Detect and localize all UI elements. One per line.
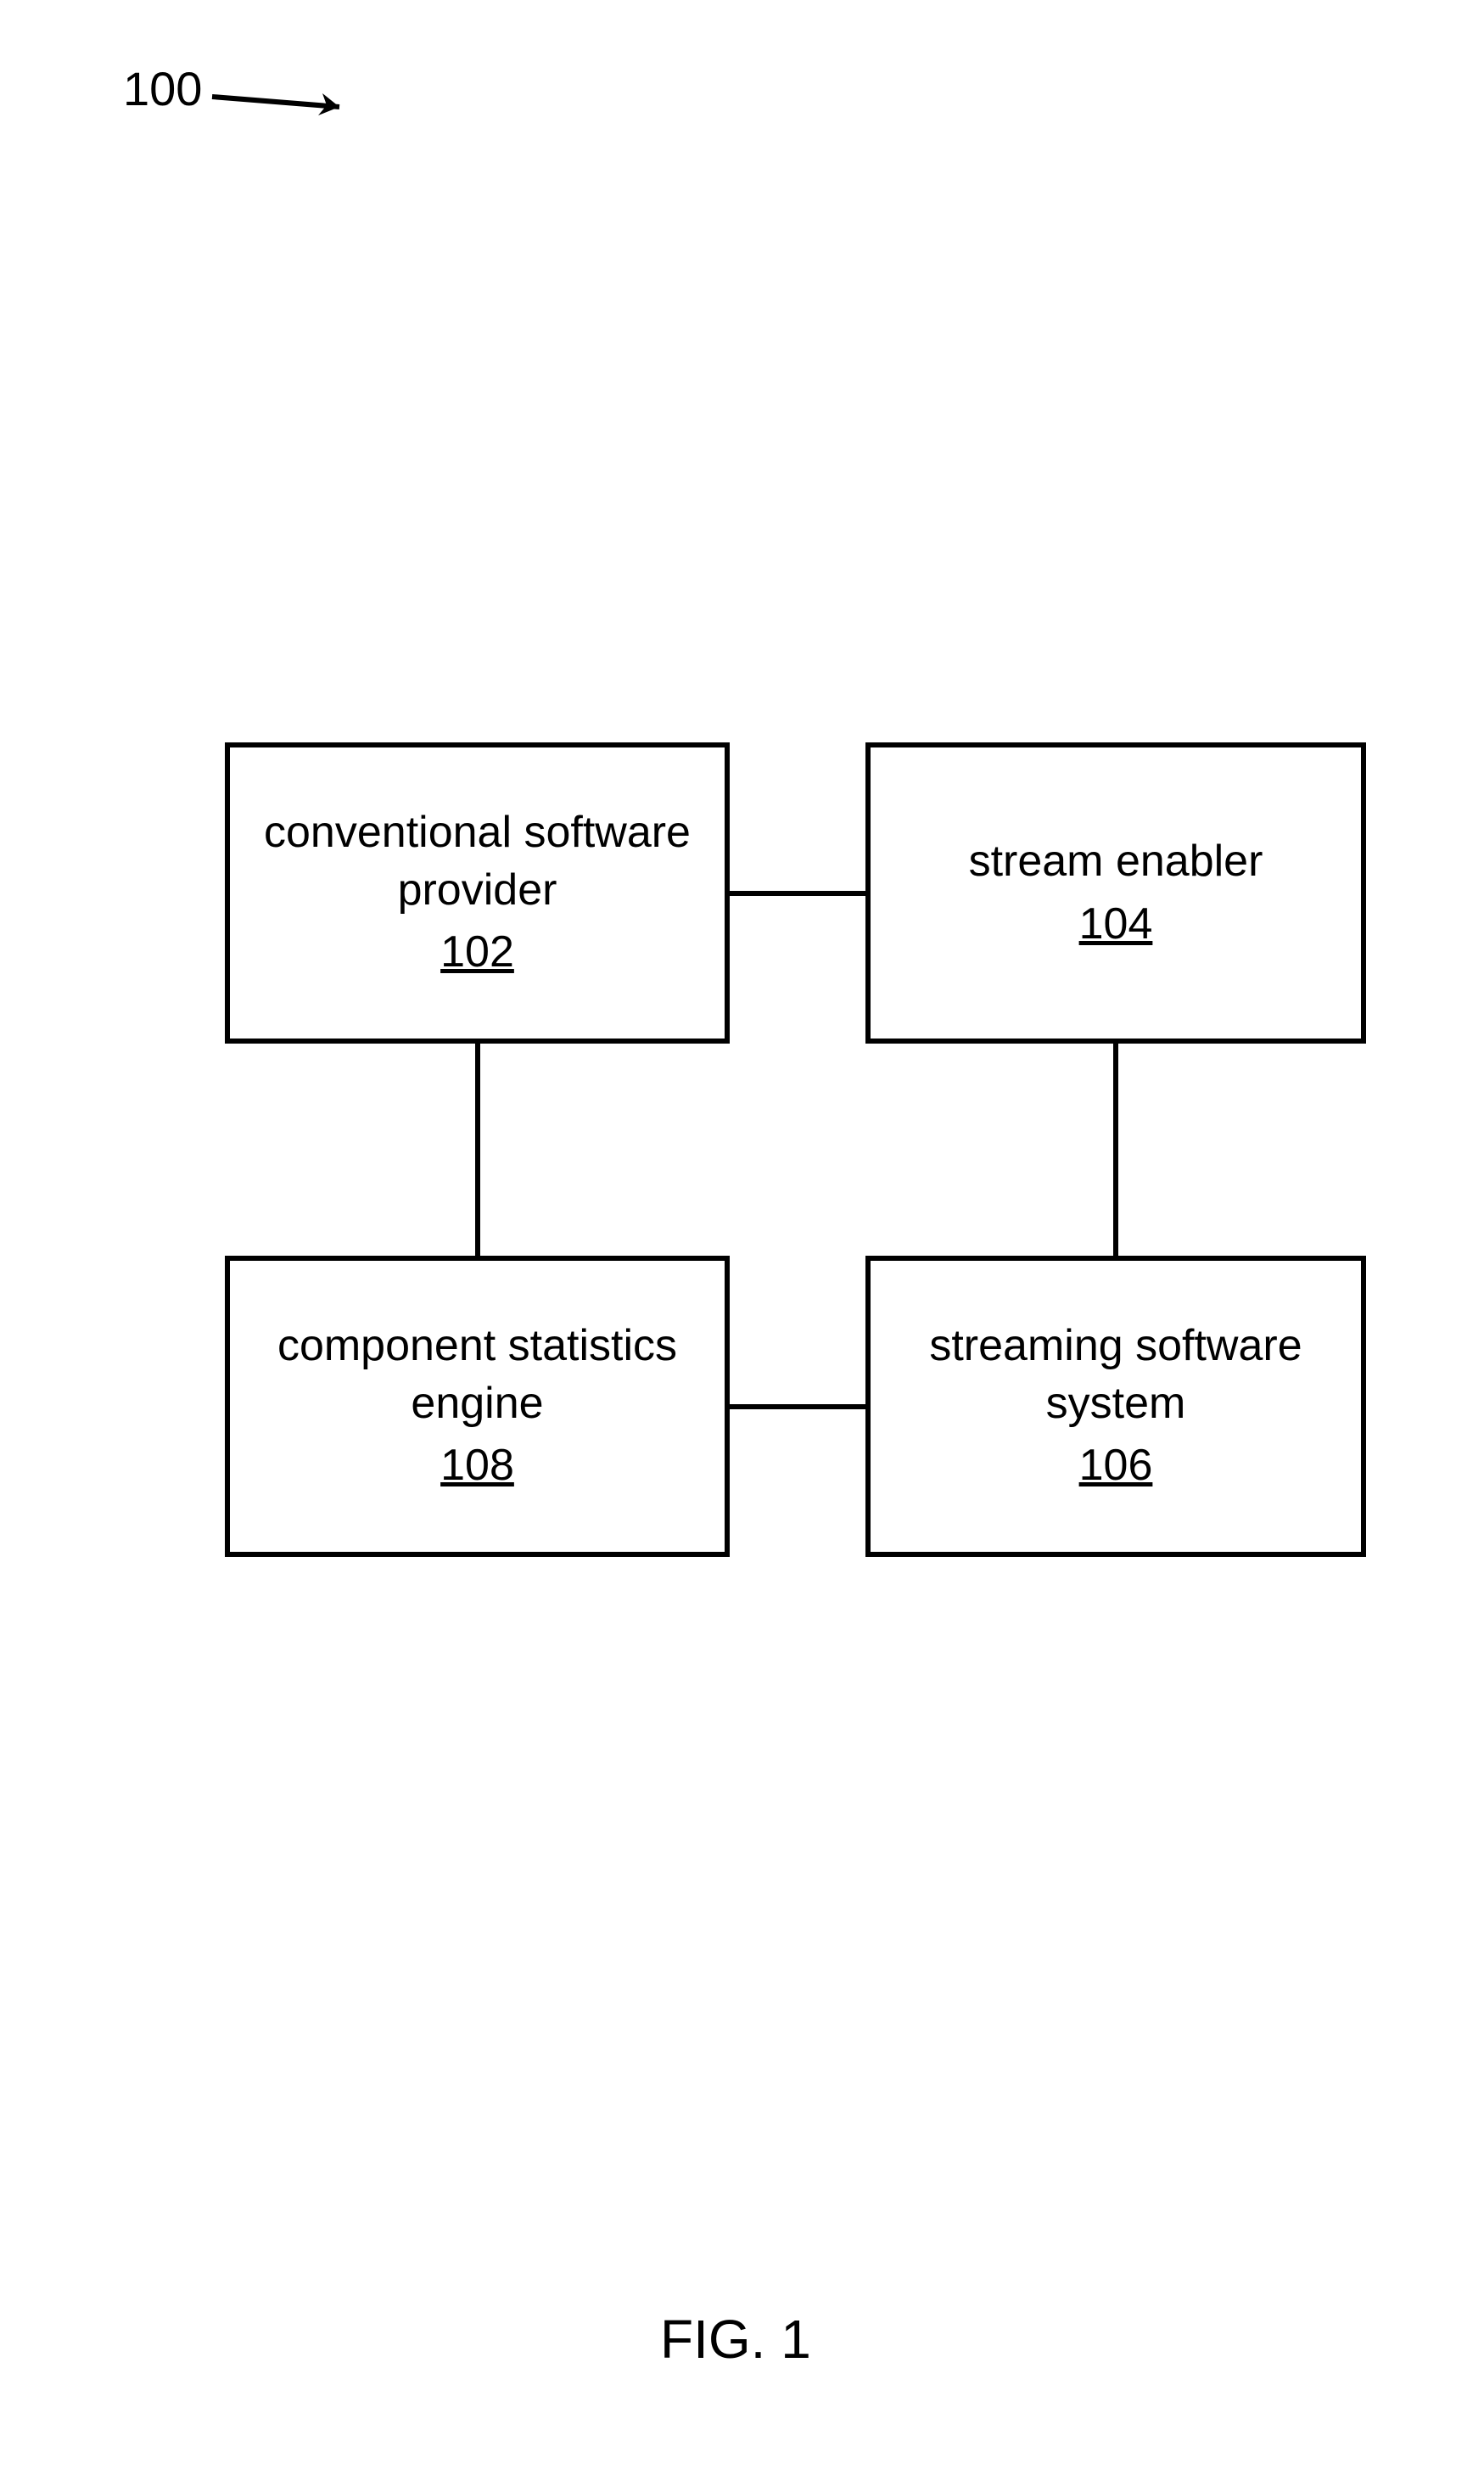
box-number: 108: [440, 1437, 514, 1495]
box-component-statistics-engine: component statistics engine 108: [225, 1256, 730, 1557]
box-label-line2: engine: [411, 1375, 543, 1433]
box-conventional-software-provider: conventional software provider 102: [225, 742, 730, 1044]
box-number: 104: [1079, 896, 1153, 954]
box-stream-enabler: stream enabler 104: [865, 742, 1366, 1044]
connector-tl-bl: [475, 1044, 480, 1256]
box-number: 102: [440, 924, 514, 982]
figure-caption: FIG. 1: [660, 2308, 811, 2371]
box-number: 106: [1079, 1437, 1153, 1495]
box-label-line1: component statistics: [277, 1318, 677, 1375]
connector-bl-br: [730, 1404, 865, 1409]
reference-label: 100: [123, 61, 202, 116]
box-label-line1: streaming software: [929, 1318, 1302, 1375]
reference-arrow-icon: [208, 71, 378, 122]
connector-tr-br: [1113, 1044, 1118, 1256]
box-label-line2: provider: [398, 862, 557, 920]
box-label-line1: stream enabler: [969, 833, 1263, 891]
box-label-line1: conventional software: [264, 804, 691, 862]
box-label-line2: system: [1046, 1375, 1186, 1433]
diagram-canvas: 100 conventional software provider 102 s…: [0, 0, 1484, 2469]
box-streaming-software-system: streaming software system 106: [865, 1256, 1366, 1557]
connector-tl-tr: [730, 891, 865, 896]
